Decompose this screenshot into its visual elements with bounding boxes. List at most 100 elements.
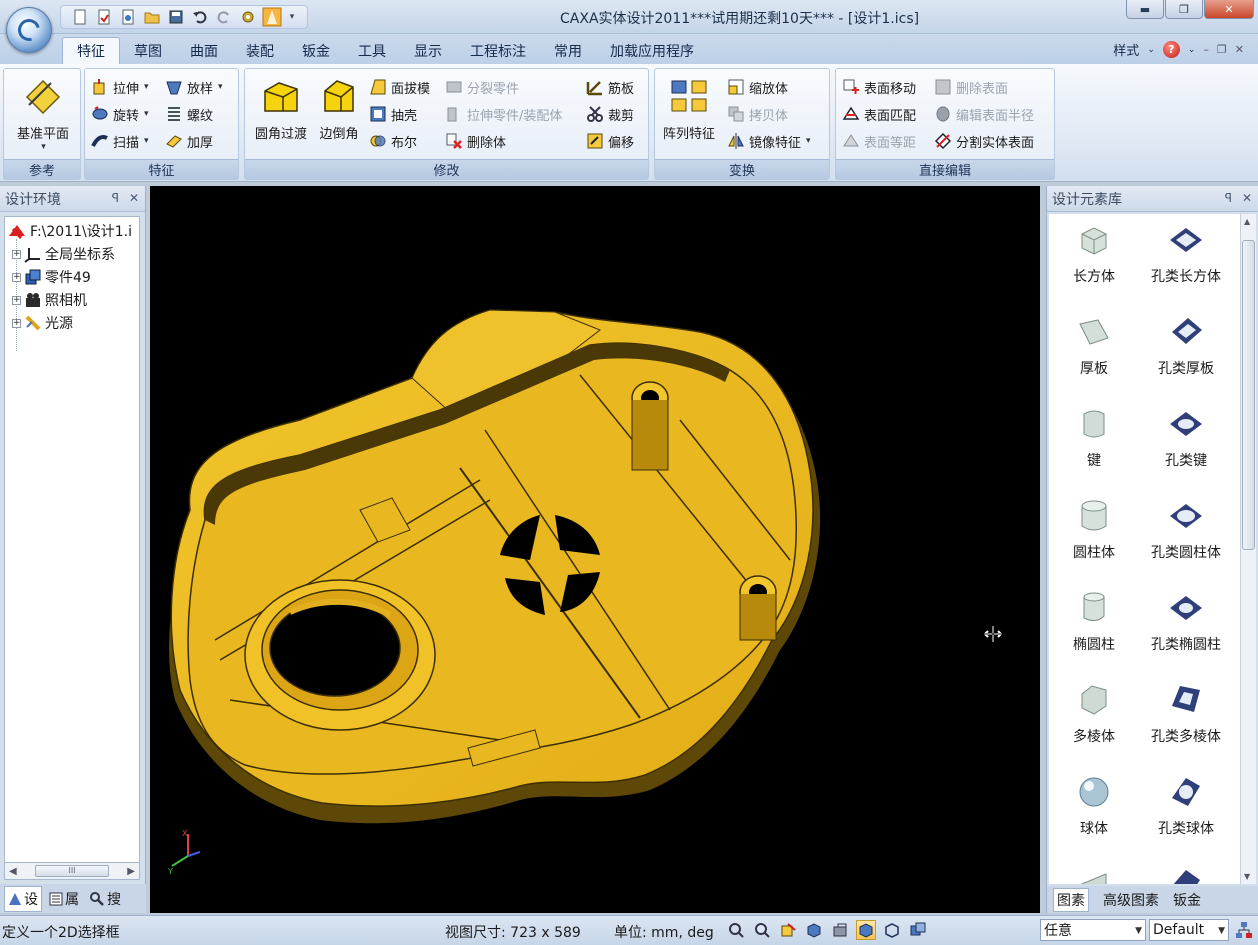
ribbon-minimize-icon[interactable]: – bbox=[1203, 43, 1209, 56]
scroll-right-icon[interactable]: ▶ bbox=[127, 866, 135, 877]
wireframe-mode-icon[interactable] bbox=[882, 920, 902, 940]
library-item[interactable]: 孔类长方体 bbox=[1141, 214, 1231, 294]
chamfer-button[interactable]: 边倒角 bbox=[305, 73, 373, 157]
expand-icon[interactable]: + bbox=[12, 295, 21, 305]
tab-display[interactable]: 显示 bbox=[400, 37, 456, 64]
settings-gear-icon[interactable] bbox=[237, 7, 259, 27]
pattern-button[interactable]: 阵列特征 bbox=[655, 73, 723, 157]
library-item-partial[interactable] bbox=[1049, 858, 1139, 884]
library-item[interactable]: 厚板 bbox=[1049, 306, 1139, 386]
minimize-button[interactable]: ▬ bbox=[1126, 0, 1164, 19]
thread-button[interactable]: 螺纹 bbox=[165, 102, 213, 126]
library-item[interactable]: 圆柱体 bbox=[1049, 490, 1139, 570]
revolve-button[interactable]: 旋转 ▾ bbox=[91, 102, 149, 126]
tab-primitives[interactable]: 图素 bbox=[1053, 887, 1089, 912]
zoom-window-icon[interactable] bbox=[726, 920, 746, 940]
scale-button[interactable]: 缩放体 bbox=[727, 75, 788, 99]
library-item[interactable]: 孔类椭圆柱 bbox=[1141, 582, 1231, 662]
edit-radius-button[interactable]: 编辑表面半径 bbox=[934, 102, 1034, 126]
close-button[interactable]: ✕ bbox=[1204, 0, 1254, 19]
datum-plane-button[interactable]: 基准平面 ▾ bbox=[9, 73, 77, 157]
offset-button[interactable]: 偏移 bbox=[586, 129, 634, 153]
extrude-button[interactable]: 拉伸 ▾ bbox=[91, 75, 149, 99]
scroll-up-icon[interactable]: ▲ bbox=[1244, 217, 1250, 226]
library-item[interactable]: 孔类多棱体 bbox=[1141, 674, 1231, 754]
qat-customize-icon[interactable]: ▾ bbox=[285, 7, 299, 27]
tab-properties[interactable]: 属 bbox=[46, 887, 82, 911]
redo-icon[interactable] bbox=[213, 7, 235, 27]
split-face-button[interactable]: 分割实体表面 bbox=[934, 129, 1034, 153]
library-item[interactable]: 孔类厚板 bbox=[1141, 306, 1231, 386]
style-combo[interactable]: Default ▼ bbox=[1149, 919, 1229, 941]
library-item-partial[interactable] bbox=[1141, 858, 1231, 884]
scroll-thumb[interactable] bbox=[1242, 240, 1255, 550]
maximize-button[interactable]: ❐ bbox=[1165, 0, 1203, 19]
copy-body-button[interactable]: 拷贝体 bbox=[727, 102, 788, 126]
panel-close-icon[interactable]: ✕ bbox=[129, 191, 139, 205]
scroll-thumb[interactable]: III bbox=[35, 865, 109, 877]
library-item[interactable]: 多棱体 bbox=[1049, 674, 1139, 754]
expand-icon[interactable]: + bbox=[12, 272, 21, 282]
library-item[interactable]: 长方体 bbox=[1049, 214, 1139, 294]
tree-item-global-coords[interactable]: + 全局坐标系 bbox=[12, 243, 115, 265]
tab-common[interactable]: 常用 bbox=[540, 37, 596, 64]
tab-advanced-primitives[interactable]: 高级图素 bbox=[1103, 890, 1159, 910]
tab-sheetmetal[interactable]: 钣金 bbox=[288, 37, 344, 64]
library-item[interactable]: 键 bbox=[1049, 398, 1139, 478]
library-item[interactable]: 孔类键 bbox=[1141, 398, 1231, 478]
ribbon-close-icon[interactable]: ✕ bbox=[1235, 43, 1244, 56]
boolean-button[interactable]: 布尔 bbox=[369, 129, 417, 153]
new-file-icon[interactable] bbox=[69, 7, 91, 27]
new-design-icon[interactable] bbox=[117, 7, 139, 27]
tab-sketch[interactable]: 草图 bbox=[120, 37, 176, 64]
draft-button[interactable]: 面拔模 bbox=[369, 75, 430, 99]
split-part-button[interactable]: 分裂零件 bbox=[445, 75, 519, 99]
delete-face-button[interactable]: 删除表面 bbox=[934, 75, 1008, 99]
tree-item-light[interactable]: + 光源 bbox=[12, 312, 73, 334]
tab-assembly[interactable]: 装配 bbox=[232, 37, 288, 64]
scroll-down-icon[interactable]: ▼ bbox=[1244, 872, 1250, 881]
library-item[interactable]: 孔类圆柱体 bbox=[1141, 490, 1231, 570]
section-view-icon[interactable] bbox=[778, 920, 798, 940]
shaded-mode-icon[interactable] bbox=[856, 920, 876, 940]
thicken-button[interactable]: 加厚 bbox=[165, 129, 213, 153]
selection-filter-combo[interactable]: 任意 ▼ bbox=[1040, 919, 1146, 941]
tab-surface[interactable]: 曲面 bbox=[176, 37, 232, 64]
3d-viewport[interactable]: X Y bbox=[150, 186, 1040, 913]
expand-icon[interactable]: + bbox=[12, 318, 21, 328]
shell-button[interactable]: 抽壳 bbox=[369, 102, 417, 126]
style-menu[interactable]: 样式 bbox=[1113, 40, 1139, 59]
tab-design-tree[interactable]: 设 bbox=[4, 885, 42, 912]
move-face-button[interactable]: 表面移动 bbox=[842, 75, 916, 99]
pin-icon[interactable]: ꟼ bbox=[1225, 191, 1232, 205]
library-vertical-scrollbar[interactable]: ▲ ▼ bbox=[1240, 214, 1256, 884]
open-folder-icon[interactable] bbox=[141, 7, 163, 27]
tree-item-root[interactable]: F:\2011\设计1.i bbox=[7, 220, 132, 242]
render-icon[interactable] bbox=[261, 7, 283, 27]
tab-annotation[interactable]: 工程标注 bbox=[456, 37, 540, 64]
undo-icon[interactable] bbox=[189, 7, 211, 27]
sweep-button[interactable]: 扫描 ▾ bbox=[91, 129, 149, 153]
save-icon[interactable] bbox=[165, 7, 187, 27]
delete-body-button[interactable]: 删除体 bbox=[445, 129, 506, 153]
tab-tools[interactable]: 工具 bbox=[344, 37, 400, 64]
application-menu-button[interactable] bbox=[6, 7, 52, 53]
tree-horizontal-scrollbar[interactable]: ◀ III ▶ bbox=[4, 862, 140, 880]
render-mode-icon[interactable] bbox=[830, 920, 850, 940]
panel-close-icon[interactable]: ✕ bbox=[1242, 191, 1252, 205]
trim-button[interactable]: 裁剪 bbox=[586, 102, 634, 126]
rib-button[interactable]: 筋板 bbox=[586, 75, 634, 99]
view-orientation-icon[interactable] bbox=[804, 920, 824, 940]
loft-button[interactable]: 放样 ▾ bbox=[165, 75, 223, 99]
library-item[interactable]: 椭圆柱 bbox=[1049, 582, 1139, 662]
mirror-button[interactable]: 镜像特征 ▾ bbox=[727, 129, 811, 153]
tab-addins[interactable]: 加载应用程序 bbox=[596, 37, 708, 64]
library-item[interactable]: 孔类球体 bbox=[1141, 766, 1231, 846]
ribbon-restore-icon[interactable]: ❐ bbox=[1217, 43, 1227, 56]
tree-item-part[interactable]: + 零件49 bbox=[12, 266, 91, 288]
display-options-icon[interactable] bbox=[908, 920, 928, 940]
pin-icon[interactable]: ꟼ bbox=[112, 191, 119, 205]
match-face-button[interactable]: 表面匹配 bbox=[842, 102, 916, 126]
tab-feature[interactable]: 特征 bbox=[62, 37, 120, 64]
network-icon[interactable] bbox=[1234, 920, 1254, 940]
